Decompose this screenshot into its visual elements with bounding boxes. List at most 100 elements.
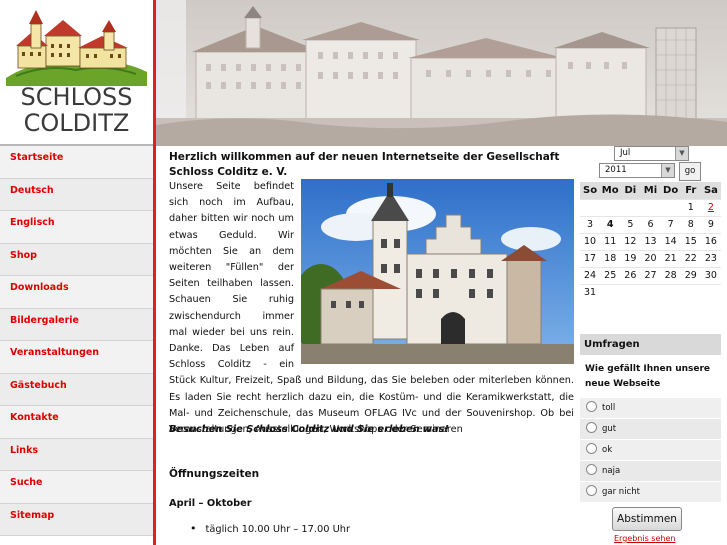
poll-option-label: toll	[602, 403, 616, 413]
nav-item-kontakte[interactable]: Kontakte	[0, 406, 153, 439]
nav-item-startseite[interactable]: Startseite	[0, 146, 153, 179]
intro-text-block: Unsere Seite befindet sich noch im Aufba…	[169, 179, 574, 438]
go-button[interactable]: go	[679, 162, 701, 181]
weekday-header: Mo	[600, 182, 621, 199]
poll-box: Umfragen Wie gefällt Ihnen unsere neue W…	[580, 334, 721, 543]
poll-option-label: naja	[602, 466, 621, 476]
logo-text-schloss: SCHLOSS	[20, 83, 133, 111]
radio-button[interactable]	[586, 422, 597, 433]
opening-hours-heading: Öffnungszeiten	[169, 468, 260, 480]
calendar-day: 17	[580, 249, 601, 267]
poll-option-ok[interactable]: ok	[580, 440, 721, 461]
calendar-day: 30	[700, 266, 721, 284]
poll-option-gut[interactable]: gut	[580, 419, 721, 440]
calendar-day	[620, 283, 641, 301]
calendar-day	[600, 198, 621, 216]
calendar-table: So Mo Di Mi Do Fr Sa 1 2 3 4 5 6 7 8 9 10 11 12 13 14…	[580, 182, 721, 301]
calendar-day: 1	[680, 198, 701, 216]
left-column: SCHLOSS COLDITZ Startseite Deutsch Engli…	[0, 0, 156, 545]
vote-button[interactable]: Abstimmen	[612, 507, 682, 531]
poll-title: Umfragen	[580, 334, 721, 355]
calendar-day: 13	[640, 232, 661, 250]
calendar-day: 31	[580, 283, 601, 301]
year-select[interactable]: 2011 ▼	[599, 163, 675, 178]
calendar-day: 19	[620, 249, 641, 267]
calendar-week-row: 24 25 26 27 28 29 30	[580, 266, 721, 284]
calendar-day: 24	[580, 266, 601, 284]
calendar-day: 12	[620, 232, 641, 250]
calendar-day: 3	[580, 215, 601, 233]
season-label: April – Oktober	[169, 498, 252, 509]
castle-panorama-image	[156, 0, 727, 146]
calendar-weekday-row: So Mo Di Mi Do Fr Sa	[580, 182, 721, 199]
nav-item-veranstaltungen[interactable]: Veranstaltungen	[0, 341, 153, 374]
poll-option-naja[interactable]: naja	[580, 461, 721, 482]
poll-question: Wie gefällt Ihnen unsere neue Webseite	[585, 364, 711, 389]
main-nav: Startseite Deutsch Englisch Shop Downloa…	[0, 146, 153, 536]
calendar-day: 20	[640, 249, 661, 267]
calendar-day: 22	[680, 249, 701, 267]
nav-item-suche[interactable]: Suche	[0, 471, 153, 504]
calendar-day	[660, 198, 681, 216]
results-link[interactable]: Ergebnis sehen	[614, 534, 675, 543]
calendar-day: 8	[680, 215, 701, 233]
month-select-value: Jul	[620, 148, 631, 158]
calendar-day: 16	[700, 232, 721, 250]
nav-item-deutsch[interactable]: Deutsch	[0, 178, 153, 211]
calendar-day	[640, 198, 661, 216]
nav-item-shop[interactable]: Shop	[0, 243, 153, 276]
calendar-day: 29	[680, 266, 701, 284]
calendar-week-row: 3456789	[580, 215, 721, 233]
calendar-week-row: 31	[580, 283, 721, 301]
calendar-day: 15	[680, 232, 701, 250]
calendar-day: 7	[660, 215, 681, 233]
chevron-down-icon: ▼	[661, 164, 674, 177]
weekday-header: Sa	[700, 182, 721, 199]
poll-option-label: ok	[602, 445, 613, 455]
weekday-header: Di	[620, 182, 641, 199]
calendar-day: 11	[600, 232, 621, 250]
calendar-form: Jul ▼ 2011 ▼ go	[580, 146, 727, 182]
calendar-day	[660, 283, 681, 301]
poll-option-label: gar nicht	[602, 487, 640, 497]
nav-item-links[interactable]: Links	[0, 438, 153, 471]
calendar-day: 23	[700, 249, 721, 267]
calendar-day	[620, 198, 641, 216]
radio-button[interactable]	[586, 464, 597, 475]
nav-item-sitemap[interactable]: Sitemap	[0, 503, 153, 536]
nav-item-downloads[interactable]: Downloads	[0, 276, 153, 309]
poll-option-gar-nicht[interactable]: gar nicht	[580, 482, 721, 503]
calendar-day: 18	[600, 249, 621, 267]
month-select[interactable]: Jul ▼	[614, 146, 689, 161]
castle-logo-icon	[6, 10, 147, 86]
nav-item-bildergalerie[interactable]: Bildergalerie	[0, 308, 153, 341]
opening-hours-list: täglich 10.00 Uhr – 17.00 Uhr	[190, 522, 350, 535]
radio-button[interactable]	[586, 485, 597, 496]
chevron-down-icon: ▼	[675, 147, 688, 160]
calendar-day: 6	[640, 215, 661, 233]
tagline: Besuchen Sie Schloss Colditz und Sie erl…	[169, 424, 449, 435]
weekday-header: So	[580, 182, 601, 199]
weekday-header: Mi	[640, 182, 661, 199]
calendar-day: 21	[660, 249, 681, 267]
calendar-day	[580, 198, 601, 216]
calendar-day	[700, 283, 721, 301]
castle-photo-image	[301, 179, 574, 364]
calendar-day	[600, 283, 621, 301]
calendar-day[interactable]: 2	[700, 198, 721, 216]
calendar-week-row: 10 11 12 13 14 15 16	[580, 232, 721, 250]
weekday-header: Fr	[680, 182, 701, 199]
radio-button[interactable]	[586, 443, 597, 454]
poll-option-label: gut	[602, 424, 617, 434]
nav-item-englisch[interactable]: Englisch	[0, 211, 153, 244]
radio-button[interactable]	[586, 401, 597, 412]
calendar-day	[640, 283, 661, 301]
weekday-header: Do	[660, 182, 681, 199]
poll-options: toll gut ok naja gar nicht	[580, 398, 721, 503]
nav-item-gaestebuch[interactable]: Gästebuch	[0, 373, 153, 406]
calendar-day: 25	[600, 266, 621, 284]
poll-option-toll[interactable]: toll	[580, 398, 721, 419]
header-banner	[156, 0, 727, 146]
calendar-day: 28	[660, 266, 681, 284]
site-logo[interactable]: SCHLOSS COLDITZ	[0, 0, 153, 146]
